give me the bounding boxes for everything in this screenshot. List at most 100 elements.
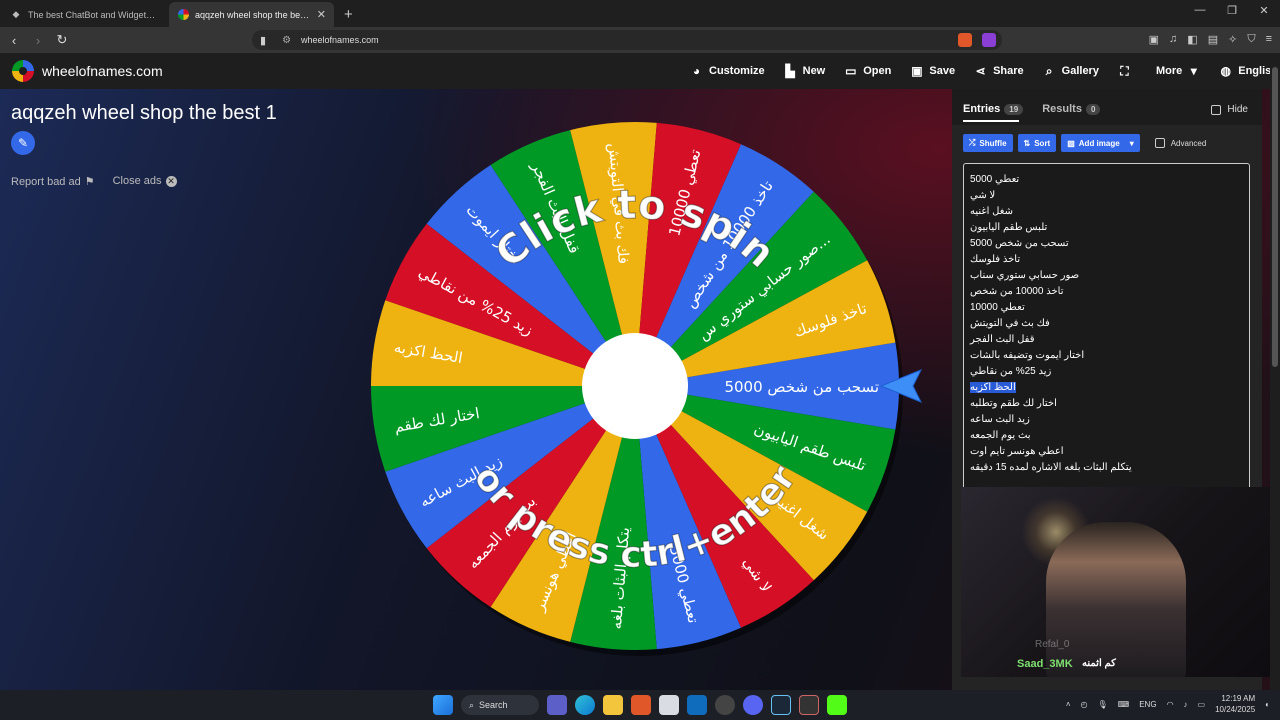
active-tab-indicator bbox=[963, 120, 1019, 122]
keyboard-icon[interactable]: ⌨ bbox=[1118, 700, 1130, 709]
edge-icon[interactable] bbox=[575, 695, 595, 715]
reload-icon[interactable]: ↻ bbox=[52, 32, 72, 48]
new-button[interactable]: ▙ New bbox=[784, 64, 826, 78]
wifi-icon[interactable]: ◠ bbox=[1167, 700, 1174, 709]
entry-text: فك بث في التويتش bbox=[970, 318, 1050, 329]
entry-text: زيد 25% من نقاطي bbox=[970, 366, 1052, 377]
store-icon[interactable] bbox=[659, 695, 679, 715]
discord-icon[interactable] bbox=[743, 695, 763, 715]
outlook-icon[interactable] bbox=[687, 695, 707, 715]
mic-icon[interactable]: 🎙 bbox=[1098, 700, 1108, 709]
chat-message: كم اثمنه bbox=[1082, 658, 1116, 669]
hide-toggle[interactable]: Hide bbox=[1211, 104, 1248, 115]
tab-entries[interactable]: Entries 19 bbox=[963, 103, 1024, 115]
spin-wheel[interactable]: تسحب من شخص 5000تلبس طقم اليابيونشغل اغن… bbox=[0, 89, 952, 690]
entry-line: تاخذ فلوسك bbox=[970, 252, 1243, 268]
entry-line: تاخذ 10000 من شخص bbox=[970, 284, 1243, 300]
new-tab-icon[interactable]: + bbox=[344, 6, 353, 23]
bookmark-icon[interactable]: ▮ bbox=[260, 34, 266, 47]
media-icon[interactable]: ♫ bbox=[1169, 33, 1177, 46]
wheel-logo-icon[interactable] bbox=[12, 60, 34, 82]
advanced-checkbox[interactable] bbox=[1154, 138, 1165, 148]
streamer-silhouette bbox=[1046, 522, 1186, 677]
wheel-center[interactable] bbox=[582, 333, 688, 439]
menu-label: Gallery bbox=[1061, 65, 1099, 77]
more-button[interactable]: More ▾ bbox=[1156, 64, 1200, 78]
back-icon[interactable]: ‹ bbox=[4, 33, 24, 48]
entry-line: تعطي 5000 bbox=[970, 172, 1243, 188]
site-info-icon[interactable]: ⚙ bbox=[282, 35, 291, 46]
customize-button[interactable]: ◕ Customize bbox=[690, 64, 765, 78]
capcut-icon[interactable] bbox=[799, 695, 819, 715]
hide-checkbox[interactable] bbox=[1211, 104, 1222, 115]
scrollbar-thumb[interactable] bbox=[1272, 67, 1278, 367]
browser-tab-2[interactable]: aqqzeh wheel shop the best 1 ✕ bbox=[169, 2, 334, 27]
wallet-icon[interactable]: ▤ bbox=[1208, 33, 1218, 46]
sidebar-icon[interactable]: ◧ bbox=[1187, 33, 1197, 46]
clock-time: 12:19 AM bbox=[1221, 694, 1256, 703]
shuffle-button[interactable]: ⤮ Shuffle bbox=[963, 134, 1013, 152]
windows-start-icon[interactable] bbox=[433, 695, 453, 715]
entry-line: فك بث في التويتش bbox=[970, 316, 1243, 332]
entry-line: بث يوم الجمعه bbox=[970, 428, 1243, 444]
diamond-icon: ◆ bbox=[12, 9, 20, 19]
sort-label: Sort bbox=[1034, 138, 1051, 148]
open-button[interactable]: ▭ Open bbox=[844, 64, 891, 78]
close-window-icon[interactable]: ✕ bbox=[1248, 4, 1280, 17]
brave-icon[interactable] bbox=[631, 695, 651, 715]
add-image-button[interactable]: ▨ Add image ▾ bbox=[1061, 134, 1140, 152]
main-menu: ◕ Customize ▙ New ▭ Open ▣ Save ⋖ Share ⌕ Gall… bbox=[690, 53, 1280, 89]
steam-icon[interactable] bbox=[771, 695, 791, 715]
palette-icon: ◕ bbox=[692, 64, 701, 78]
advanced-toggle[interactable]: Advanced bbox=[1154, 138, 1206, 148]
search-icon: ⌕ bbox=[469, 699, 475, 710]
leo-icon[interactable]: ✧ bbox=[1228, 33, 1237, 46]
menu-label: New bbox=[802, 65, 826, 77]
reader-icon[interactable]: ▣ bbox=[1149, 33, 1159, 46]
volume-icon[interactable]: ♪ bbox=[1184, 700, 1188, 709]
save-button[interactable]: ▣ Save bbox=[910, 64, 955, 78]
teams-icon[interactable] bbox=[547, 695, 567, 715]
entry-text: شغل اغنيه bbox=[970, 206, 1013, 217]
tab-results[interactable]: Results 0 bbox=[1042, 103, 1101, 115]
language-indicator[interactable]: ENG bbox=[1139, 700, 1156, 709]
clock[interactable]: 12:19 AM 10/24/2025 bbox=[1215, 693, 1255, 715]
image-icon: ▨ bbox=[1067, 138, 1075, 148]
browser-tab-1[interactable]: ◆ The best ChatBot and Widgets for Ki bbox=[2, 2, 167, 27]
taskbar-search[interactable]: ⌕ Search bbox=[461, 695, 539, 715]
search-icon: ⌕ bbox=[1045, 63, 1053, 78]
brave-shield-icon[interactable] bbox=[958, 33, 972, 47]
entry-line: تلبس طقم اليابيون bbox=[970, 220, 1243, 236]
battery-icon[interactable]: ▭ bbox=[1198, 700, 1206, 709]
restore-icon[interactable]: ❐ bbox=[1216, 4, 1248, 17]
wheel-segment-label-group: تسحب من شخص 5000 bbox=[724, 378, 879, 396]
forward-icon[interactable]: › bbox=[28, 33, 48, 48]
minimize-icon[interactable]: — bbox=[1184, 4, 1216, 17]
file-explorer-icon[interactable] bbox=[603, 695, 623, 715]
brand-name[interactable]: wheelofnames.com bbox=[42, 63, 163, 79]
network-icon[interactable]: ◴ bbox=[1081, 700, 1088, 709]
entries-textarea[interactable]: تعطي 5000 لا شي شغل اغنيه تلبس طقم اليابيون… bbox=[963, 163, 1250, 493]
entry-text: الحظ اكزبه bbox=[970, 382, 1016, 393]
menu-label: Save bbox=[929, 65, 956, 77]
add-image-label: Add image bbox=[1078, 138, 1120, 148]
fullscreen-button[interactable]: ⛶ bbox=[1118, 64, 1137, 79]
wheel-segment-label: تسحب من شخص 5000 bbox=[724, 378, 879, 396]
menu-icon[interactable]: ≡ bbox=[1266, 33, 1272, 46]
notifications-icon[interactable]: ◐ bbox=[1265, 700, 1270, 709]
share-button[interactable]: ⋖ Share bbox=[974, 64, 1024, 78]
close-tab-icon[interactable]: ✕ bbox=[317, 8, 326, 21]
gallery-button[interactable]: ⌕ Gallery bbox=[1043, 64, 1099, 79]
url-field[interactable]: ▮ ⚙ wheelofnames.com ⇪ bbox=[252, 30, 1002, 50]
wheel-favicon-icon bbox=[177, 9, 189, 21]
webcam-overlay: Refal_0 Saad_3MK كم اثمنه bbox=[961, 487, 1278, 677]
vpn-icon[interactable]: ⛉ bbox=[1247, 33, 1255, 46]
sort-button[interactable]: ⇅ Sort bbox=[1017, 134, 1057, 152]
entry-text: تاخذ 10000 من شخص bbox=[970, 286, 1064, 297]
chevron-up-icon[interactable]: ˄ bbox=[1066, 700, 1071, 709]
kick-icon[interactable] bbox=[827, 695, 847, 715]
brave-rewards-icon[interactable] bbox=[982, 33, 996, 47]
app-icon[interactable] bbox=[715, 695, 735, 715]
page-scrollbar[interactable] bbox=[1270, 53, 1280, 690]
entry-line: لا شي bbox=[970, 188, 1243, 204]
